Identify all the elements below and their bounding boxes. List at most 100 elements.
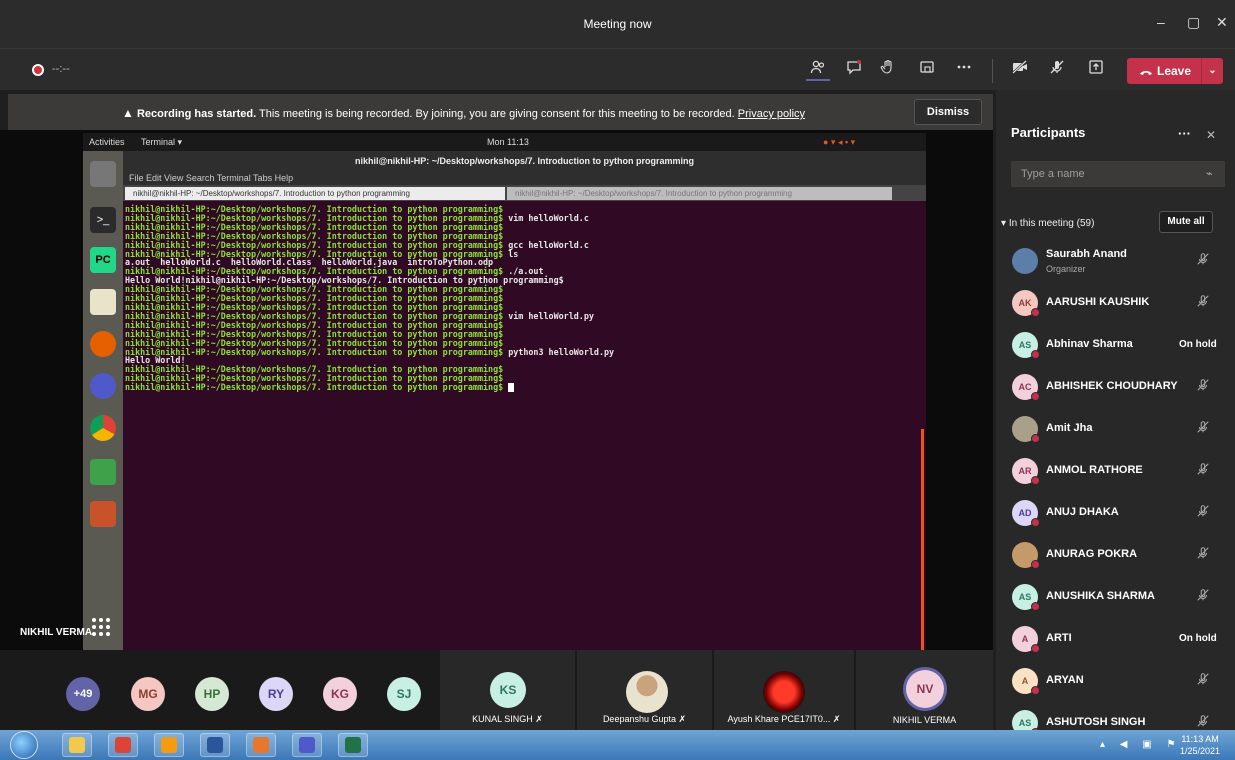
more-options-icon[interactable]: ··· — [1178, 126, 1191, 141]
participant-row[interactable]: AR ANMOL RATHORE — [996, 450, 1226, 492]
avatar: AK — [1012, 290, 1040, 317]
avatar-initials: AS — [1018, 592, 1032, 602]
on-hold-label: On hold — [1179, 339, 1217, 350]
presence-dot — [1031, 476, 1040, 485]
close-panel-icon[interactable]: ✕ — [1206, 128, 1216, 142]
avatar: KS — [490, 672, 526, 708]
text-editor-icon — [90, 289, 116, 315]
participants-icon[interactable] — [806, 59, 830, 81]
mic-off-icon: ✗ — [832, 714, 841, 724]
mic-off-icon[interactable] — [1196, 462, 1210, 479]
restore-icon[interactable]: ▢ — [1187, 14, 1200, 31]
start-button[interactable] — [10, 731, 38, 759]
title-bar: Meeting now – ▢ ✕ — [0, 0, 1235, 48]
participant-name: Amit Jha — [1046, 422, 1093, 434]
chat-icon[interactable] — [842, 59, 866, 81]
mic-off-icon[interactable] — [1196, 672, 1210, 689]
participant-avatar[interactable]: RY — [259, 677, 293, 711]
participant-row[interactable]: AS ANUSHIKA SHARMA — [996, 576, 1226, 618]
avatar-initials: A — [1021, 676, 1029, 686]
chevron-down-icon[interactable]: ⌄ — [1201, 58, 1223, 84]
mic-off-icon[interactable] — [1196, 378, 1210, 395]
tile-name: NIKHIL VERMA — [892, 715, 957, 725]
minimize-icon[interactable]: – — [1157, 14, 1165, 30]
ubuntu-top-bar: Activities Terminal ▾ Mon 11:13 ● ▾ ◂ ▪ … — [83, 133, 926, 151]
mic-off-icon[interactable] — [1196, 420, 1210, 437]
video-tile[interactable]: KS KUNAL SINGH ✗ — [440, 650, 575, 730]
participant-role: Organizer — [1046, 264, 1086, 274]
avatar — [1012, 248, 1038, 274]
mic-off-icon[interactable] — [1196, 588, 1210, 605]
participant-row[interactable]: A ARTI On hold — [996, 618, 1226, 660]
banner-text: ▲ Recording has started. This meeting is… — [122, 106, 805, 120]
word-icon[interactable] — [200, 733, 230, 757]
avatar-initials: AK — [1018, 298, 1032, 308]
raise-hand-icon[interactable] — [876, 59, 900, 81]
participant-row[interactable]: AC ABHISHEK CHOUDHARY — [996, 366, 1226, 408]
chrome-icon[interactable] — [108, 733, 138, 757]
excel-icon[interactable] — [338, 733, 368, 757]
participant-row[interactable]: A ARYAN — [996, 660, 1226, 702]
leave-label[interactable]: Leave — [1139, 64, 1191, 78]
mic-off-icon[interactable] — [1196, 714, 1210, 731]
share-icon[interactable] — [1084, 59, 1108, 81]
participant-row[interactable]: Amit Jha — [996, 408, 1226, 450]
mic-off-icon[interactable] — [1196, 504, 1210, 521]
avatar — [763, 671, 805, 713]
avatar: NV — [906, 670, 944, 708]
participant-avatar[interactable]: MG — [131, 677, 165, 711]
terminal-menu: File Edit View Search Terminal Tabs Help — [123, 171, 926, 185]
presence-dot — [1031, 560, 1040, 569]
terminal-tab-active: nikhil@nikhil-HP: ~/Desktop/workshops/7.… — [125, 187, 505, 200]
leave-button[interactable]: Leave ⌄ — [1127, 58, 1223, 84]
grid-icon[interactable] — [90, 616, 114, 642]
chrome-icon — [90, 415, 116, 441]
avatar: AD — [1012, 500, 1040, 527]
terminal-command: vim helloWorld.py — [503, 310, 594, 321]
mic-off-icon[interactable] — [1196, 294, 1210, 311]
video-tile[interactable]: Deepanshu Gupta ✗ — [577, 650, 712, 730]
participant-row[interactable]: AD ANUJ DHAKA — [996, 492, 1226, 534]
mic-off-icon[interactable] — [1045, 59, 1069, 81]
vpn-icon[interactable] — [154, 733, 184, 757]
terminal-line: nikhil@nikhil-HP:~/Desktop/workshops/7. … — [125, 382, 918, 393]
video-tile[interactable]: Ayush Khare PCE17IT0... ✗ — [714, 650, 854, 730]
terminal-prompt: nikhil@nikhil-HP:~/Desktop/workshops/7. … — [125, 382, 504, 393]
participant-avatar[interactable]: HP — [195, 677, 229, 711]
dismiss-button[interactable]: Dismiss — [914, 99, 982, 125]
banner-strong: Recording has started. — [136, 108, 257, 120]
presence-dot — [1031, 350, 1040, 359]
participant-search-input[interactable] — [1011, 161, 1225, 187]
window-title: Meeting now — [583, 17, 652, 31]
camera-off-icon[interactable] — [1008, 59, 1032, 81]
participant-avatar[interactable]: SJ — [387, 677, 421, 711]
participant-row[interactable]: ANURAG POKRA — [996, 534, 1226, 576]
participant-name: Abhinav Sharma — [1046, 338, 1133, 350]
on-hold-label: On hold — [1179, 633, 1217, 644]
participant-row[interactable]: AS Abhinav Sharma On hold — [996, 324, 1226, 366]
presenter-name: NIKHIL VERMA — [20, 627, 93, 638]
gadget-icon[interactable] — [246, 733, 276, 757]
avatar-initials: AS — [1018, 340, 1032, 350]
participant-row[interactable]: Saurabh Anand Organizer — [996, 240, 1226, 282]
in-meeting-section[interactable]: ▾ In this meeting (59) — [1001, 218, 1094, 229]
folder-icon[interactable] — [62, 733, 92, 757]
mic-off-icon[interactable] — [1196, 546, 1210, 563]
link-icon[interactable]: ⌁ — [1206, 167, 1213, 180]
tray-icons[interactable]: ▴ ◀ ▣ ⚑ — [1100, 739, 1181, 750]
terminal-icon: >_ — [90, 207, 116, 233]
mic-off-icon[interactable] — [1196, 252, 1210, 269]
participant-avatar[interactable]: KG — [323, 677, 357, 711]
participant-row[interactable]: AK AARUSHI KAUSHIK — [996, 282, 1226, 324]
more-icon[interactable] — [952, 59, 976, 81]
privacy-policy-link[interactable]: Privacy policy — [738, 108, 805, 120]
rooms-icon[interactable] — [915, 59, 939, 81]
video-tile[interactable]: NV NIKHIL VERMA — [856, 650, 993, 730]
participant-name: ASHUTOSH SINGH — [1046, 716, 1146, 728]
overflow-count[interactable]: +49 — [66, 677, 100, 711]
terminal-tabs: nikhil@nikhil-HP: ~/Desktop/workshops/7.… — [123, 185, 926, 201]
mute-all-button[interactable]: Mute all — [1159, 211, 1213, 233]
teams-icon[interactable] — [292, 733, 322, 757]
close-icon[interactable]: ✕ — [1216, 14, 1228, 31]
participant-name: ANUJ DHAKA — [1046, 506, 1119, 518]
